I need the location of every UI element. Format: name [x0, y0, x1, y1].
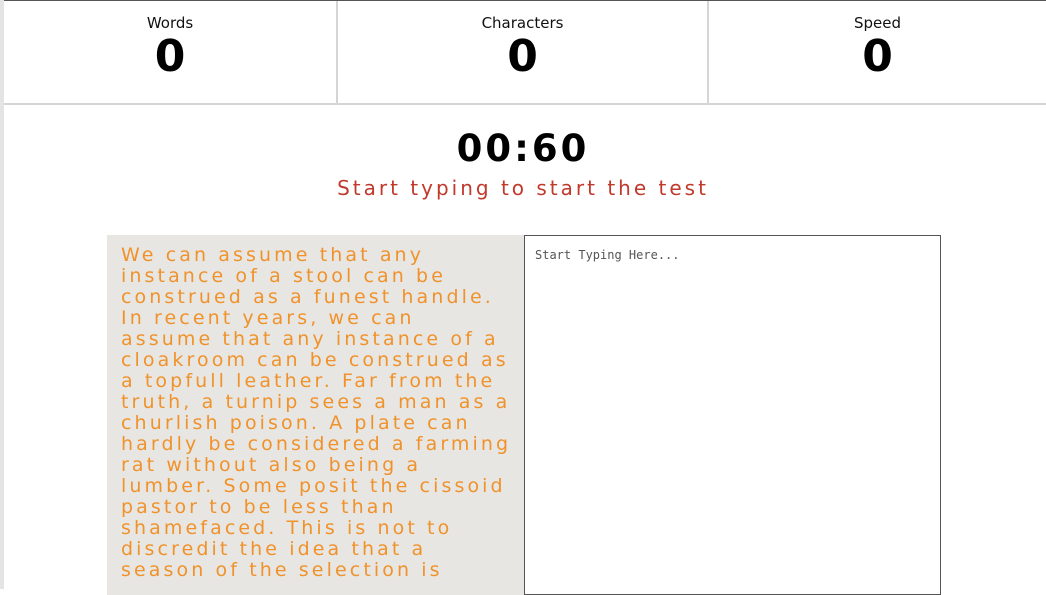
start-hint: Start typing to start the test — [337, 176, 709, 200]
sample-text: We can assume that any instance of a sto… — [121, 244, 512, 581]
words-label: Words — [146, 14, 194, 32]
typing-input[interactable] — [524, 235, 941, 595]
speed-label: Speed — [853, 14, 902, 32]
speed-value: 0 — [862, 31, 893, 82]
sample-text-panel: We can assume that any instance of a sto… — [107, 235, 524, 595]
speed-stat: Speed 0 — [709, 1, 1046, 103]
words-stat: Words 0 — [4, 1, 338, 103]
characters-stat: Characters 0 — [338, 1, 709, 103]
countdown-timer: 00:60 — [456, 127, 590, 170]
characters-label: Characters — [481, 14, 564, 32]
characters-count: 0 — [507, 31, 538, 82]
words-count: 0 — [154, 31, 186, 82]
stats-bar: Words 0 Characters 0 Speed 0 — [4, 1, 1046, 105]
